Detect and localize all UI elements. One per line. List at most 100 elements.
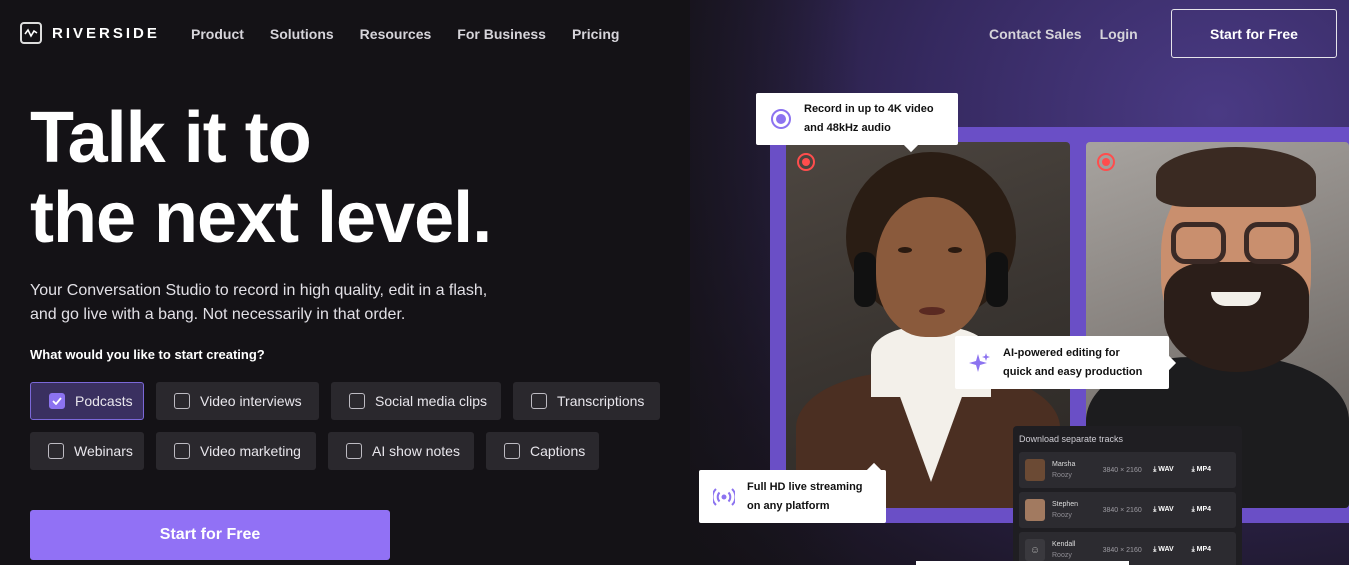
host-glasses-right [1244,222,1299,264]
guest-face [876,197,986,337]
feature-card-live-streaming: Full HD live streaming on any platform [699,470,886,523]
checkbox-icon [174,443,190,459]
feature-card-line: quick and easy production [1003,365,1143,378]
option-label: Captions [530,443,586,459]
checkbox-icon [531,393,547,409]
avatar [1025,499,1045,521]
sparkles-icon [969,352,991,374]
host-glasses-left [1171,222,1226,264]
feature-card-4k: Record in up to 4K video and 48kHz audio [756,93,958,145]
headphone-right [986,252,1008,307]
nav-link-resources[interactable]: Resources [360,26,432,42]
hero-title: Talk it to the next level. [30,98,630,258]
option-label: Podcasts [75,393,133,409]
download-wav-button[interactable]: ⤓ WAV [1153,506,1191,514]
hero-title-line2: the next level. [30,178,492,258]
contact-sales-link[interactable]: Contact Sales [989,26,1082,42]
option-transcriptions[interactable]: Transcriptions [513,382,660,420]
broadcast-icon [713,486,735,508]
option-video-marketing[interactable]: Video marketing [156,432,316,470]
recording-indicator-icon [1097,153,1115,171]
checkbox-icon [174,393,190,409]
riverside-logo[interactable]: RIVERSIDE [20,22,160,44]
checkbox-icon [349,393,365,409]
host-hair [1156,147,1316,207]
checkbox-icon [504,443,520,459]
track-row: Marsha Roozy 3840 × 2160 ⤓ WAV ⤓ MP4 [1019,452,1236,488]
wav-label: WAV [1158,466,1174,473]
option-label: Video marketing [200,443,301,459]
feature-card-text: Record in up to 4K video and 48kHz audio [804,100,934,138]
download-panel-title: Download separate tracks [1019,434,1124,444]
nav-links: Product Solutions Resources For Business… [191,26,619,42]
hero-title-line1: Talk it to [30,98,312,178]
recording-indicator-icon [797,153,815,171]
hero-subtitle: Your Conversation Studio to record in hi… [30,282,488,323]
option-webinars[interactable]: Webinars [30,432,144,470]
checkbox-icon [346,443,362,459]
option-label: Social media clips [375,393,488,409]
hero-start-free-button[interactable]: Start for Free [30,510,390,560]
option-ai-show-notes[interactable]: AI show notes [328,432,474,470]
mp4-label: MP4 [1196,506,1212,513]
option-label: Video interviews [200,393,302,409]
option-label: AI show notes [372,443,460,459]
option-label: Webinars [74,443,133,459]
host-smile [1211,292,1261,306]
track-sub-label: Roozy [1052,512,1072,519]
feature-card-line: AI-powered editing for [1003,346,1120,359]
track-name-label: Marsha [1052,461,1076,468]
download-wav-button[interactable]: ⤓ WAV [1153,546,1191,554]
download-mp4-button[interactable]: ⤓ MP4 [1192,506,1230,514]
nav-link-product[interactable]: Product [191,26,244,42]
headphone-left [854,252,876,307]
guest-mouth [919,307,945,315]
mp4-label: MP4 [1196,546,1212,553]
top-navigation: RIVERSIDE Product Solutions Resources Fo… [0,0,1349,68]
feature-card-text: Full HD live streaming on any platform [747,478,863,516]
option-social-media-clips[interactable]: Social media clips [331,382,501,420]
option-video-interviews[interactable]: Video interviews [156,382,319,420]
host-beard [1164,262,1309,372]
nav-link-for-business[interactable]: For Business [457,26,546,42]
avatar [1025,459,1045,481]
track-name-label: Kendall [1052,541,1076,548]
nav-link-solutions[interactable]: Solutions [270,26,334,42]
riverside-logo-icon [20,22,42,44]
option-label: Transcriptions [557,393,645,409]
feature-card-line: and 48kHz audio [804,122,891,134]
user-placeholder-icon: ☺ [1025,539,1045,561]
option-captions[interactable]: Captions [486,432,599,470]
login-link[interactable]: Login [1100,26,1138,42]
wav-label: WAV [1158,546,1174,553]
partial-card-edge [916,561,1129,565]
track-name-label: Stephen [1052,501,1079,508]
download-mp4-button[interactable]: ⤓ MP4 [1192,466,1230,474]
track-sub-label: Roozy [1052,552,1072,559]
download-tracks-panel: Download separate tracks Marsha Roozy 38… [1013,426,1242,565]
nav-start-free-button[interactable]: Start for Free [1171,9,1337,58]
track-row: Stephen Roozy 3840 × 2160 ⤓ WAV ⤓ MP4 [1019,492,1236,528]
option-podcasts[interactable]: Podcasts [30,382,144,420]
nav-right-links: Contact Sales Login [989,26,1138,42]
feature-card-line: on any platform [747,499,830,512]
feature-card-text: AI-powered editing for quick and easy pr… [1003,344,1142,382]
feature-card-line: Record in up to 4K video [804,103,934,115]
feature-card-line: Full HD live streaming [747,480,863,493]
track-resolution: 3840 × 2160 [1102,466,1142,474]
creation-question: What would you like to start creating? [30,347,265,362]
nav-link-pricing[interactable]: Pricing [572,26,619,42]
download-wav-button[interactable]: ⤓ WAV [1153,466,1191,474]
track-resolution: 3840 × 2160 [1102,546,1142,554]
feature-card-ai-editing: AI-powered editing for quick and easy pr… [955,336,1169,389]
checkbox-checked-icon [49,393,65,409]
track-name: Stephen Roozy [1052,499,1103,521]
track-resolution: 3840 × 2160 [1102,506,1142,514]
track-name: Marsha Roozy [1052,459,1103,481]
checkbox-icon [48,443,64,459]
track-name: Kendall Roozy [1052,539,1103,561]
wav-label: WAV [1158,506,1174,513]
track-sub-label: Roozy [1052,472,1072,479]
mp4-label: MP4 [1196,466,1212,473]
download-mp4-button[interactable]: ⤓ MP4 [1192,546,1230,554]
